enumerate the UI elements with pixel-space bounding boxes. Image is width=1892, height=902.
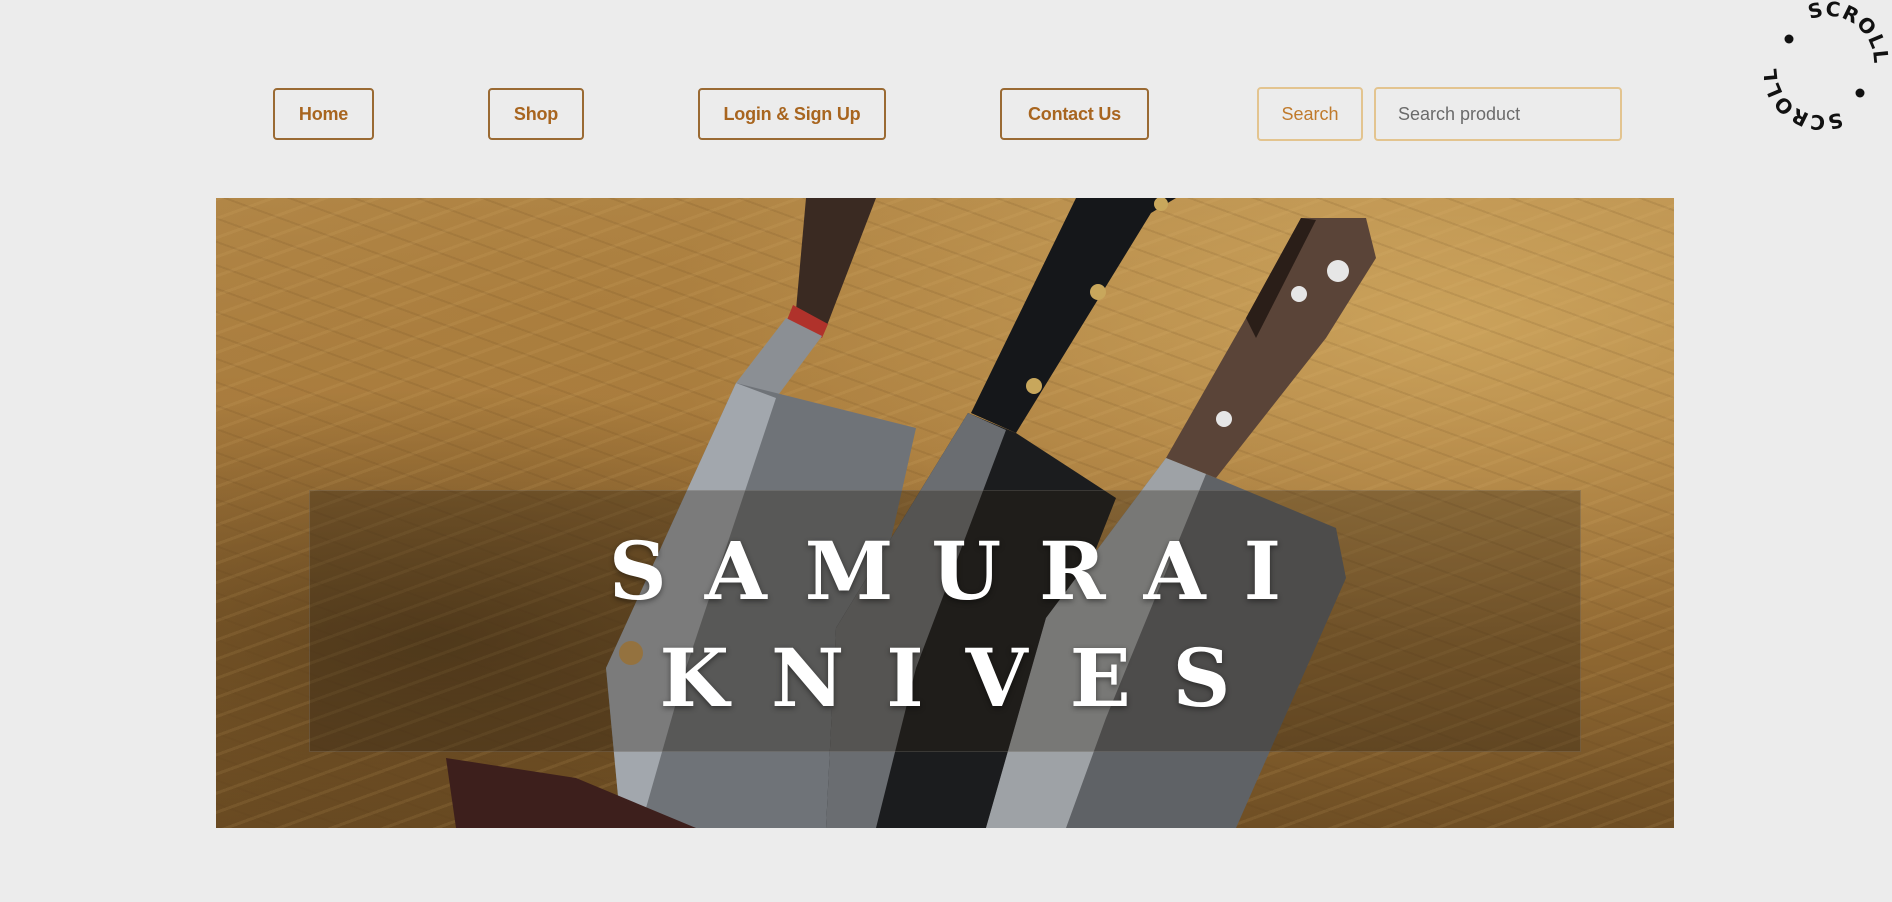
scroll-badge-graphic: SCROLL SCROLL (1741, 0, 1892, 154)
nav-home-button[interactable]: Home (273, 88, 374, 140)
scroll-badge-dot (1855, 88, 1865, 98)
scroll-badge-text-top: SCROLL (1796, 0, 1892, 75)
svg-text:SCROLL: SCROLL (1796, 0, 1892, 75)
hero-title-line-1: SAMURAI (608, 524, 1320, 618)
top-nav: Home Shop Login & Sign Up Contact Us Sea… (0, 0, 1892, 180)
svg-text:SCROLL: SCROLL (1764, 56, 1855, 130)
nav-shop-button[interactable]: Shop (488, 88, 584, 140)
nav-contact-button[interactable]: Contact Us (1000, 88, 1149, 140)
search-input[interactable] (1374, 87, 1622, 141)
hero-title-line-2: KNIVES (659, 631, 1273, 725)
search-button[interactable]: Search (1257, 87, 1363, 141)
hero-banner: SAMURAI KNIVES (216, 198, 1674, 828)
nav-login-signup-button[interactable]: Login & Sign Up (698, 88, 886, 140)
scroll-badge[interactable]: SCROLL SCROLL (1741, 0, 1892, 154)
scroll-badge-text-bottom: SCROLL (1741, 56, 1855, 154)
scroll-badge-dot (1784, 34, 1794, 44)
